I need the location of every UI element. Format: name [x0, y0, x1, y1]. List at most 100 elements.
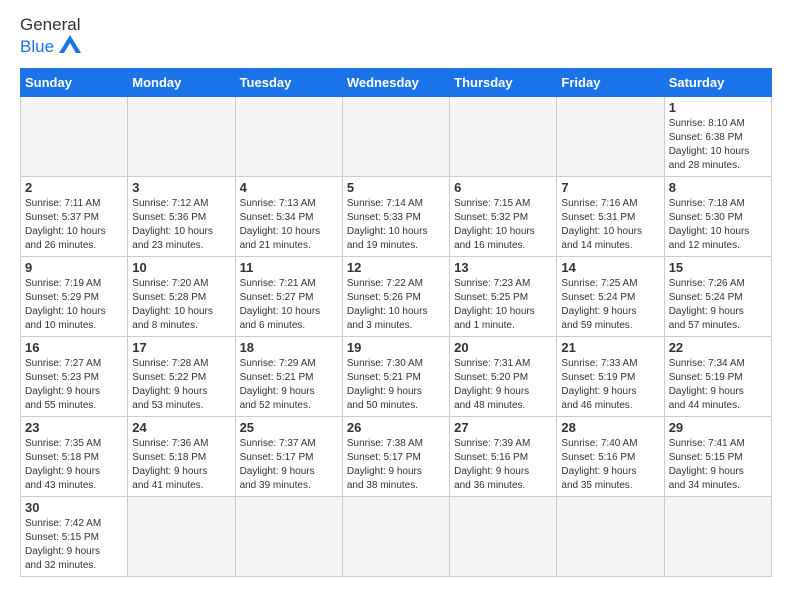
day-number: 4 [240, 180, 338, 195]
day-info: Sunrise: 7:34 AM Sunset: 5:19 PM Dayligh… [669, 357, 767, 413]
calendar-cell [342, 96, 449, 176]
day-info: Sunrise: 8:10 AM Sunset: 6:38 PM Dayligh… [669, 117, 767, 173]
calendar-cell: 30 Sunrise: 7:42 AM Sunset: 5:15 PM Dayli… [21, 496, 128, 576]
calendar-cell: 6Sunrise: 7:15 AM Sunset: 5:32 PM Daylig… [450, 176, 557, 256]
day-number: 15 [669, 260, 767, 275]
day-number: 19 [347, 340, 445, 355]
calendar-row-0: 1 Sunrise: 8:10 AM Sunset: 6:38 PM Daylig… [21, 96, 772, 176]
day-info: Sunrise: 7:23 AM Sunset: 5:25 PM Dayligh… [454, 277, 552, 333]
day-number: 24 [132, 420, 230, 435]
calendar-cell: 29Sunrise: 7:41 AM Sunset: 5:15 PM Dayli… [664, 416, 771, 496]
day-number: 22 [669, 340, 767, 355]
calendar-row-4: 23 Sunrise: 7:35 AM Sunset: 5:18 PM Dayli… [21, 416, 772, 496]
day-info: Sunrise: 7:27 AM Sunset: 5:23 PM Dayligh… [25, 357, 123, 413]
day-info: Sunrise: 7:33 AM Sunset: 5:19 PM Dayligh… [561, 357, 659, 413]
calendar-cell: 24 Sunrise: 7:36 AM Sunset: 5:18 PM Dayli… [128, 416, 235, 496]
calendar-cell [21, 96, 128, 176]
day-number: 12 [347, 260, 445, 275]
day-number: 5 [347, 180, 445, 195]
calendar-cell: 20Sunrise: 7:31 AM Sunset: 5:20 PM Dayli… [450, 336, 557, 416]
day-info: Sunrise: 7:14 AM Sunset: 5:33 PM Dayligh… [347, 197, 445, 253]
day-info: Sunrise: 7:40 AM Sunset: 5:16 PM Dayligh… [561, 437, 659, 493]
weekday-wednesday: Wednesday [342, 68, 449, 96]
day-info: Sunrise: 7:28 AM Sunset: 5:22 PM Dayligh… [132, 357, 230, 413]
calendar-cell: 21 Sunrise: 7:33 AM Sunset: 5:19 PM Dayli… [557, 336, 664, 416]
day-number: 13 [454, 260, 552, 275]
logo-text: General [20, 16, 80, 35]
calendar-cell: 18 Sunrise: 7:29 AM Sunset: 5:21 PM Dayli… [235, 336, 342, 416]
calendar-cell [342, 496, 449, 576]
day-number: 21 [561, 340, 659, 355]
weekday-header-row: SundayMondayTuesdayWednesdayThursdayFrid… [21, 68, 772, 96]
day-number: 28 [561, 420, 659, 435]
day-number: 30 [25, 500, 123, 515]
day-number: 29 [669, 420, 767, 435]
day-number: 1 [669, 100, 767, 115]
logo-triangle-icon [59, 35, 81, 58]
day-number: 8 [669, 180, 767, 195]
day-number: 10 [132, 260, 230, 275]
calendar-cell: 13 Sunrise: 7:23 AM Sunset: 5:25 PM Dayli… [450, 256, 557, 336]
calendar-cell: 5 Sunrise: 7:14 AM Sunset: 5:33 PM Daylig… [342, 176, 449, 256]
weekday-monday: Monday [128, 68, 235, 96]
calendar-cell: 8 Sunrise: 7:18 AM Sunset: 5:30 PM Daylig… [664, 176, 771, 256]
calendar-cell: 2 Sunrise: 7:11 AM Sunset: 5:37 PM Daylig… [21, 176, 128, 256]
calendar-cell: 1 Sunrise: 8:10 AM Sunset: 6:38 PM Daylig… [664, 96, 771, 176]
weekday-tuesday: Tuesday [235, 68, 342, 96]
header: General Blue [20, 16, 772, 60]
day-info: Sunrise: 7:25 AM Sunset: 5:24 PM Dayligh… [561, 277, 659, 333]
calendar-cell: 23 Sunrise: 7:35 AM Sunset: 5:18 PM Dayli… [21, 416, 128, 496]
day-info: Sunrise: 7:20 AM Sunset: 5:28 PM Dayligh… [132, 277, 230, 333]
day-info: Sunrise: 7:36 AM Sunset: 5:18 PM Dayligh… [132, 437, 230, 493]
weekday-friday: Friday [557, 68, 664, 96]
day-info: Sunrise: 7:18 AM Sunset: 5:30 PM Dayligh… [669, 197, 767, 253]
calendar-cell: 4 Sunrise: 7:13 AM Sunset: 5:34 PM Daylig… [235, 176, 342, 256]
day-number: 25 [240, 420, 338, 435]
calendar-cell: 15Sunrise: 7:26 AM Sunset: 5:24 PM Dayli… [664, 256, 771, 336]
day-info: Sunrise: 7:42 AM Sunset: 5:15 PM Dayligh… [25, 517, 123, 573]
day-info: Sunrise: 7:35 AM Sunset: 5:18 PM Dayligh… [25, 437, 123, 493]
day-info: Sunrise: 7:38 AM Sunset: 5:17 PM Dayligh… [347, 437, 445, 493]
calendar-cell: 22 Sunrise: 7:34 AM Sunset: 5:19 PM Dayli… [664, 336, 771, 416]
day-info: Sunrise: 7:21 AM Sunset: 5:27 PM Dayligh… [240, 277, 338, 333]
calendar-cell [235, 96, 342, 176]
calendar-cell: 7Sunrise: 7:16 AM Sunset: 5:31 PM Daylig… [557, 176, 664, 256]
weekday-thursday: Thursday [450, 68, 557, 96]
day-number: 7 [561, 180, 659, 195]
day-number: 3 [132, 180, 230, 195]
calendar-cell [450, 96, 557, 176]
day-info: Sunrise: 7:19 AM Sunset: 5:29 PM Dayligh… [25, 277, 123, 333]
day-number: 23 [25, 420, 123, 435]
calendar-cell: 3Sunrise: 7:12 AM Sunset: 5:36 PM Daylig… [128, 176, 235, 256]
day-number: 16 [25, 340, 123, 355]
day-number: 18 [240, 340, 338, 355]
calendar-cell [664, 496, 771, 576]
calendar-cell: 16 Sunrise: 7:27 AM Sunset: 5:23 PM Dayli… [21, 336, 128, 416]
day-number: 14 [561, 260, 659, 275]
day-info: Sunrise: 7:11 AM Sunset: 5:37 PM Dayligh… [25, 197, 123, 253]
calendar-cell: 26Sunrise: 7:38 AM Sunset: 5:17 PM Dayli… [342, 416, 449, 496]
calendar-cell: 9 Sunrise: 7:19 AM Sunset: 5:29 PM Daylig… [21, 256, 128, 336]
day-number: 2 [25, 180, 123, 195]
weekday-saturday: Saturday [664, 68, 771, 96]
day-number: 6 [454, 180, 552, 195]
calendar-cell: 25 Sunrise: 7:37 AM Sunset: 5:17 PM Dayli… [235, 416, 342, 496]
calendar-cell: 28 Sunrise: 7:40 AM Sunset: 5:16 PM Dayli… [557, 416, 664, 496]
calendar-cell: 10 Sunrise: 7:20 AM Sunset: 5:28 PM Dayli… [128, 256, 235, 336]
logo: General Blue [20, 16, 81, 60]
day-info: Sunrise: 7:22 AM Sunset: 5:26 PM Dayligh… [347, 277, 445, 333]
day-info: Sunrise: 7:13 AM Sunset: 5:34 PM Dayligh… [240, 197, 338, 253]
day-number: 27 [454, 420, 552, 435]
day-number: 9 [25, 260, 123, 275]
calendar-cell [128, 496, 235, 576]
calendar-cell [128, 96, 235, 176]
logo-blue-text: Blue [20, 38, 54, 57]
day-info: Sunrise: 7:37 AM Sunset: 5:17 PM Dayligh… [240, 437, 338, 493]
day-info: Sunrise: 7:29 AM Sunset: 5:21 PM Dayligh… [240, 357, 338, 413]
day-number: 20 [454, 340, 552, 355]
calendar-row-1: 2 Sunrise: 7:11 AM Sunset: 5:37 PM Daylig… [21, 176, 772, 256]
calendar-cell [450, 496, 557, 576]
calendar-cell [557, 96, 664, 176]
calendar-cell: 17Sunrise: 7:28 AM Sunset: 5:22 PM Dayli… [128, 336, 235, 416]
calendar-cell [557, 496, 664, 576]
